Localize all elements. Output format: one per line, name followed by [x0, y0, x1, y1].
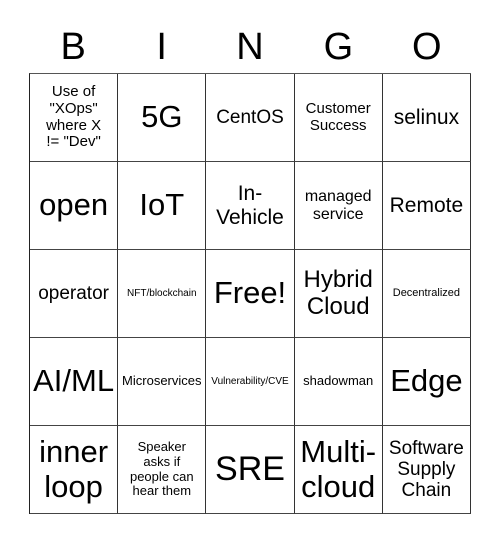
bingo-card: Use of "XOps" where X != "Dev" 5G CentOS Cu… [29, 73, 471, 514]
bingo-cell[interactable]: Hybrid Cloud [294, 250, 383, 338]
bingo-cell[interactable]: Edge [382, 338, 471, 426]
bingo-cell-text: Edge [390, 363, 463, 399]
bingo-cell-text: Decentralized [392, 287, 461, 300]
bingo-cell[interactable]: selinux [382, 74, 471, 162]
bingo-cell-text: Hybrid Cloud [303, 265, 373, 320]
bingo-cell-text: Multi- cloud [300, 433, 377, 504]
bingo-cell[interactable]: IoT [118, 162, 207, 250]
bingo-cell[interactable]: In- Vehicle [206, 162, 295, 250]
bingo-cell[interactable]: Multi- cloud [294, 426, 383, 514]
bingo-cell[interactable]: Use of "XOps" where X != "Dev" [30, 74, 119, 162]
bingo-cell[interactable]: managed service [294, 162, 383, 250]
bingo-cell-text: 5G [141, 99, 183, 135]
bingo-cell[interactable]: Remote [382, 162, 471, 250]
header-letter-i: I [156, 26, 167, 68]
bingo-cell[interactable]: Free! [206, 250, 295, 338]
bingo-cell[interactable]: Customer Success [294, 74, 383, 162]
bingo-cell[interactable]: NFT/blockchain [118, 250, 207, 338]
bingo-cell-text: Use of "XOps" where X != "Dev" [46, 82, 102, 151]
bingo-cell-text: SRE [215, 450, 285, 489]
header-letter-g: G [323, 26, 354, 68]
bingo-cell[interactable]: Speaker asks if people can hear them [118, 426, 207, 514]
bingo-cell[interactable]: operator [30, 250, 119, 338]
bingo-cell-text: CentOS [216, 106, 284, 128]
bingo-cell-text: Free! [213, 275, 287, 311]
bingo-cell-text: shadowman [303, 373, 374, 389]
header-letter-n: N [236, 26, 264, 68]
bingo-cell-text: Microservices [122, 373, 202, 389]
bingo-cell-text: Speaker asks if people can hear them [129, 439, 194, 499]
bingo-cell-text: AI/ML [33, 363, 115, 399]
bingo-cell[interactable]: Vulnerability/CVE [206, 338, 295, 426]
bingo-header: B I N G O [29, 22, 471, 72]
bingo-cell[interactable]: Microservices [118, 338, 207, 426]
bingo-cell[interactable]: open [30, 162, 119, 250]
bingo-cell[interactable]: CentOS [206, 74, 295, 162]
bingo-cell-text: Vulnerability/CVE [211, 375, 289, 387]
bingo-cell[interactable]: shadowman [294, 338, 383, 426]
bingo-cell-text: IoT [139, 187, 185, 223]
bingo-cell-text: Customer Success [305, 99, 371, 134]
bingo-cell-text: Remote [389, 193, 464, 217]
bingo-cell[interactable]: Decentralized [382, 250, 471, 338]
bingo-cell[interactable]: inner loop [30, 426, 119, 514]
bingo-cell-text: managed service [304, 187, 372, 223]
bingo-cell[interactable]: 5G [118, 74, 207, 162]
header-letter-b: B [60, 26, 86, 68]
bingo-cell-text: inner loop [39, 433, 109, 504]
bingo-cell[interactable]: SRE [206, 426, 295, 514]
bingo-cell-text: NFT/blockchain [127, 287, 197, 299]
bingo-cell-text: selinux [393, 105, 460, 129]
bingo-cell[interactable]: Software Supply Chain [382, 426, 471, 514]
bingo-cell-text: Software Supply Chain [388, 437, 464, 502]
bingo-cell-text: open [39, 187, 109, 223]
bingo-cell-text: operator [38, 282, 109, 304]
header-letter-o: O [412, 26, 442, 68]
bingo-cell[interactable]: AI/ML [30, 338, 119, 426]
bingo-cell-text: In- Vehicle [216, 181, 284, 229]
